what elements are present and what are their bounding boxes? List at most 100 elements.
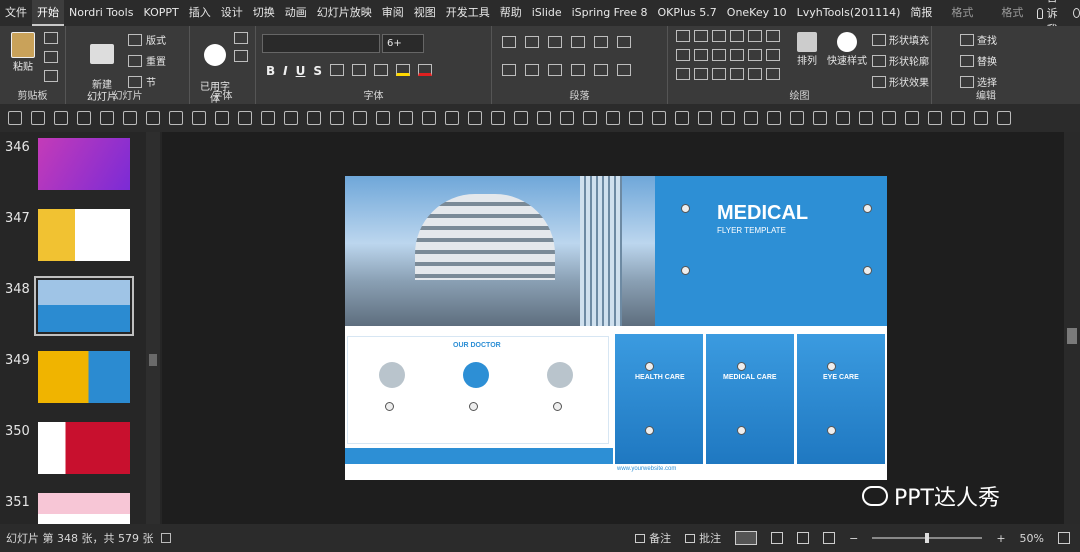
- tab-transitions[interactable]: 切换: [248, 0, 280, 26]
- font-color-icon[interactable]: [418, 64, 433, 76]
- tool-icon[interactable]: [192, 111, 206, 125]
- tool-icon[interactable]: [790, 111, 804, 125]
- selection-handle[interactable]: [827, 362, 836, 371]
- tab-format-1[interactable]: 格式: [937, 0, 987, 26]
- accessibility-icon[interactable]: [161, 533, 172, 543]
- align-center-icon[interactable]: [525, 64, 539, 76]
- tool-icon[interactable]: [353, 111, 367, 125]
- underline-button[interactable]: U: [296, 64, 306, 78]
- font-size-input[interactable]: 6+: [382, 34, 424, 53]
- tool-icon[interactable]: [376, 111, 390, 125]
- shapes-gallery[interactable]: [676, 30, 788, 84]
- footer-url[interactable]: www.yourwebsite.com: [617, 466, 676, 472]
- bold-button[interactable]: B: [266, 64, 275, 78]
- tool-icon[interactable]: [767, 111, 781, 125]
- slide-editing-canvas[interactable]: MEDICAL FLYER TEMPLATE OUR DOCTOR HEALTH…: [162, 132, 1080, 524]
- indent-decrease-icon[interactable]: [548, 36, 562, 48]
- share-button[interactable]: 共享: [1073, 0, 1080, 29]
- tool-icon[interactable]: [606, 111, 620, 125]
- tool-icon[interactable]: [169, 111, 183, 125]
- tool-icon[interactable]: [123, 111, 137, 125]
- shape-icon[interactable]: [676, 49, 690, 61]
- thumbnail-scrollbar[interactable]: [146, 132, 160, 524]
- align-right-icon[interactable]: [548, 64, 562, 76]
- doctors-header[interactable]: OUR DOCTOR: [453, 342, 501, 349]
- tab-developer[interactable]: 开发工具: [441, 0, 495, 26]
- tool-icon[interactable]: [560, 111, 574, 125]
- tool-icon[interactable]: [100, 111, 114, 125]
- tool-icon[interactable]: [997, 111, 1011, 125]
- service-label-eye[interactable]: EYE CARE: [823, 374, 859, 381]
- tool-icon[interactable]: [31, 111, 45, 125]
- canvas-scrollbar[interactable]: [1064, 132, 1080, 524]
- tool-icon[interactable]: [261, 111, 275, 125]
- find-button[interactable]: 查找: [960, 32, 997, 47]
- selection-handle[interactable]: [737, 426, 746, 435]
- shape-icon[interactable]: [748, 30, 762, 42]
- tab-lvyhtools[interactable]: LvyhTools(201114): [792, 0, 906, 26]
- selection-handle[interactable]: [645, 426, 654, 435]
- slide-thumbnail[interactable]: [38, 493, 130, 524]
- justify-icon[interactable]: [571, 64, 585, 76]
- font-shrink-icon[interactable]: [234, 50, 248, 62]
- text-direction-icon[interactable]: [617, 64, 631, 76]
- notes-button[interactable]: 备注: [635, 530, 671, 546]
- tool-icon[interactable]: [284, 111, 298, 125]
- bullets-icon[interactable]: [502, 36, 516, 48]
- copy-icon[interactable]: [44, 51, 58, 63]
- slide-thumbnails-panel[interactable]: 346 347 348 349 350 351: [0, 132, 162, 524]
- shape-icon[interactable]: [694, 49, 708, 61]
- tool-icon[interactable]: [928, 111, 942, 125]
- shape-icon[interactable]: [766, 68, 780, 80]
- doctor-photo[interactable]: [379, 362, 405, 388]
- shape-icon[interactable]: [730, 30, 744, 42]
- shape-icon[interactable]: [712, 30, 726, 42]
- tool-icon[interactable]: [399, 111, 413, 125]
- thumbnail-346[interactable]: 346: [0, 136, 146, 196]
- tool-icon[interactable]: [813, 111, 827, 125]
- layout-button[interactable]: 版式: [128, 32, 166, 47]
- shape-icon[interactable]: [676, 30, 690, 42]
- tool-icon[interactable]: [491, 111, 505, 125]
- tool-icon[interactable]: [721, 111, 735, 125]
- slide-title[interactable]: MEDICAL: [717, 202, 808, 225]
- tab-onekey[interactable]: OneKey 10: [722, 0, 792, 26]
- tool-icon[interactable]: [514, 111, 528, 125]
- tool-icon[interactable]: [307, 111, 321, 125]
- selection-handle[interactable]: [385, 402, 394, 411]
- tool-icon[interactable]: [744, 111, 758, 125]
- tool-icon[interactable]: [905, 111, 919, 125]
- thumbnail-350[interactable]: 350: [0, 420, 146, 480]
- slideshow-view-icon[interactable]: [823, 532, 836, 544]
- title-panel[interactable]: [655, 176, 887, 326]
- shape-icon[interactable]: [748, 49, 762, 61]
- line-spacing-icon[interactable]: [594, 36, 608, 48]
- tool-icon[interactable]: [836, 111, 850, 125]
- zoom-slider[interactable]: [872, 533, 983, 543]
- service-card-eye[interactable]: [797, 334, 885, 464]
- selection-handle[interactable]: [827, 426, 836, 435]
- slide-thumbnail[interactable]: [38, 351, 130, 403]
- shadow-button[interactable]: S: [313, 64, 322, 78]
- shape-outline-button[interactable]: 形状轮廓: [872, 53, 929, 68]
- tool-icon[interactable]: [652, 111, 666, 125]
- tool-icon[interactable]: [330, 111, 344, 125]
- scroll-thumb[interactable]: [1067, 328, 1077, 344]
- tool-icon[interactable]: [583, 111, 597, 125]
- slide-348[interactable]: MEDICAL FLYER TEMPLATE OUR DOCTOR HEALTH…: [345, 176, 887, 480]
- doctor-photo[interactable]: [547, 362, 573, 388]
- distribute-icon[interactable]: [594, 64, 608, 76]
- char-spacing-icon[interactable]: [352, 64, 367, 76]
- shape-icon[interactable]: [694, 68, 708, 80]
- tool-icon[interactable]: [974, 111, 988, 125]
- fit-slide-icon[interactable]: [1058, 532, 1070, 544]
- tool-icon[interactable]: [537, 111, 551, 125]
- tab-slideshow[interactable]: 幻灯片放映: [312, 0, 377, 26]
- change-case-icon[interactable]: [374, 64, 389, 76]
- zoom-level[interactable]: 50%: [1020, 532, 1044, 545]
- service-card-medical[interactable]: [706, 334, 794, 464]
- thumbnail-347[interactable]: 347: [0, 207, 146, 267]
- comments-button[interactable]: 批注: [685, 530, 721, 546]
- tab-help[interactable]: 帮助: [495, 0, 527, 26]
- normal-view-icon[interactable]: [735, 531, 758, 545]
